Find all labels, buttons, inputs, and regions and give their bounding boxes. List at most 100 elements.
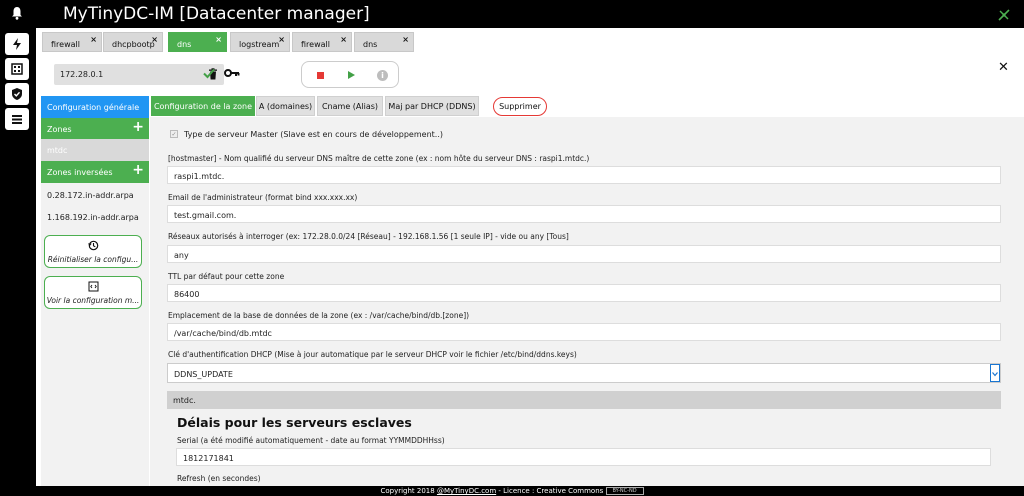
dhcp-key-label: Clé d'authentification DHCP (Mise à jour… [168,350,577,359]
view-config-label: Voir la configuration m... [46,296,140,305]
hostmaster-label: [hostmaster] - Nom qualifié du serveur D… [168,154,590,163]
sidebar-item-label: 0.28.172.in-addr.arpa [47,191,134,200]
tab-logstream[interactable]: logstream × [230,32,290,52]
app-title: MyTinyDC-IM [Datacenter manager] [63,4,370,24]
tab-label: firewall [301,40,330,49]
master-type-checkbox[interactable]: ✓ [170,130,178,138]
app-header: MyTinyDC-IM [Datacenter manager] [0,0,1024,28]
delete-zone-button[interactable]: Supprimer [493,97,547,116]
serial-input[interactable]: 1812171841 [176,448,991,466]
rail-button-power[interactable] [5,33,29,55]
sidebar-item-label: 1.168.192.in-addr.arpa [47,213,139,222]
master-type-label: Type de serveur Master (Slave est en cou… [184,130,443,139]
serial-label: Serial (a été modifié automatiquement - … [177,436,445,445]
ttl-value: 86400 [174,290,200,299]
view-config-button[interactable]: Voir la configuration m... [44,276,142,309]
rail-button-security[interactable] [5,83,29,105]
admin-email-label: Email de l'administrateur (format bind x… [168,193,358,202]
allowed-networks-label: Réseaux autorisés à interroger (ex: 172.… [168,232,569,241]
rail-button-servers[interactable] [5,58,29,80]
tab-label: logstream [239,40,280,49]
sidebar-item-label: Configuration générale [47,103,140,112]
tab-firewall[interactable]: firewall × [42,32,102,52]
toolbar: 172.28.0.1 i ✕ [36,52,1024,96]
reset-config-label: Réinitialiser la configu... [47,255,139,264]
sidebar-header-label: Zones inversées [47,168,113,177]
subtab-cname[interactable]: Cname (Alias) [317,96,383,116]
tab-label: dhcpbootp [112,40,155,49]
tab-dns-2[interactable]: dns × [354,32,414,52]
shield-icon [12,88,22,100]
bolt-icon [13,38,21,50]
zone-name: mtdc. [173,396,196,405]
sidebar-header-label: Zones [47,125,72,134]
sidebar-item-general-config[interactable]: Configuration générale [41,96,149,118]
key-icon[interactable] [224,67,240,79]
admin-email-value: test.gmail.com. [174,211,237,220]
db-location-input[interactable]: /var/cache/bind/db.mtdc [167,323,1001,341]
sidebar-item-label: mtdc [47,146,68,155]
refresh-label: Refresh (en secondes) [177,474,261,483]
sidebar-item-reverse-zone[interactable]: 0.28.172.in-addr.arpa [41,184,149,206]
sidebar-header-zones: Zones + [41,118,149,139]
sidebar-item-zone-mtdc[interactable]: mtdc [41,139,149,161]
hostmaster-input[interactable]: raspi1.mtdc. [167,166,1001,184]
dropdown-toggle[interactable] [990,364,1000,382]
list-icon [12,115,22,124]
add-zone-icon[interactable]: + [132,119,144,135]
tab-label: dns [177,40,192,49]
db-location-value: /var/cache/bind/db.mtdc [174,329,272,338]
building-icon [11,63,23,75]
code-file-icon [88,281,99,292]
rail-button-list[interactable] [5,108,29,130]
tab-label: firewall [51,40,80,49]
bell-icon[interactable] [11,6,23,20]
allowed-networks-value: any [174,251,189,260]
subtab-ddns[interactable]: Maj par DHCP (DDNS) [385,96,479,116]
zone-config-form: ✓ Type de serveur Master (Slave est en c… [150,117,1024,486]
tab-close-icon[interactable]: × [278,35,285,44]
service-controls: i [301,61,399,88]
subtab-a-records[interactable]: A (domaines) [256,96,315,116]
history-icon [88,240,99,251]
stop-icon[interactable] [317,72,324,79]
sidebar-item-reverse-zone[interactable]: 1.168.192.in-addr.arpa [41,206,149,228]
play-icon[interactable] [348,71,355,79]
zone-name-bar: mtdc. [167,391,1001,409]
tab-close-icon[interactable]: × [402,35,409,44]
footer-copyright: Copyright 2018 [380,487,437,495]
ttl-input[interactable]: 86400 [167,284,1001,302]
tab-close-icon[interactable]: × [151,35,158,44]
tab-bar: firewall × dhcpbootp × dns × logstream ×… [36,28,1024,52]
icon-rail [0,28,36,486]
server-ip-value: 172.28.0.1 [60,70,104,79]
allowed-networks-input[interactable]: any [167,245,1001,263]
sidebar-header-reverse-zones: Zones inversées + [41,161,149,183]
slave-delays-heading: Délais pour les serveurs esclaves [177,415,412,430]
reset-config-button[interactable]: Réinitialiser la configu... [44,235,142,268]
server-ip-field[interactable]: 172.28.0.1 [54,64,224,85]
tab-label: dns [363,40,378,49]
tab-dns-active[interactable]: dns × [168,32,227,52]
signal-off-icon[interactable] [996,7,1012,23]
info-icon[interactable]: i [377,70,388,81]
tab-close-icon[interactable]: × [340,35,347,44]
footer-link[interactable]: @MyTinyDC.com [437,487,496,495]
tab-firewall-2[interactable]: firewall × [292,32,352,52]
subtab-zone-config[interactable]: Configuration de la zone [151,96,255,116]
validate-check-icon[interactable] [202,66,216,80]
dhcp-key-select[interactable]: DDNS_UPDATE [167,363,1001,383]
cc-license-badge[interactable]: BY-NC-ND [605,487,644,495]
tab-close-icon[interactable]: × [90,35,97,44]
db-location-label: Emplacement de la base de données de la … [168,311,470,320]
hostmaster-value: raspi1.mtdc. [174,172,225,181]
chevron-down-icon [992,372,998,377]
tab-dhcpbootp[interactable]: dhcpbootp × [103,32,163,52]
dhcp-key-value: DDNS_UPDATE [174,370,233,379]
tab-close-icon[interactable]: × [215,35,222,44]
ttl-label: TTL par défaut pour cette zone [168,272,285,281]
close-icon[interactable]: ✕ [998,60,1009,75]
zone-sidebar: Configuration générale Zones + mtdc Zone… [41,96,149,486]
add-reverse-zone-icon[interactable]: + [132,162,144,178]
admin-email-input[interactable]: test.gmail.com. [167,205,1001,223]
